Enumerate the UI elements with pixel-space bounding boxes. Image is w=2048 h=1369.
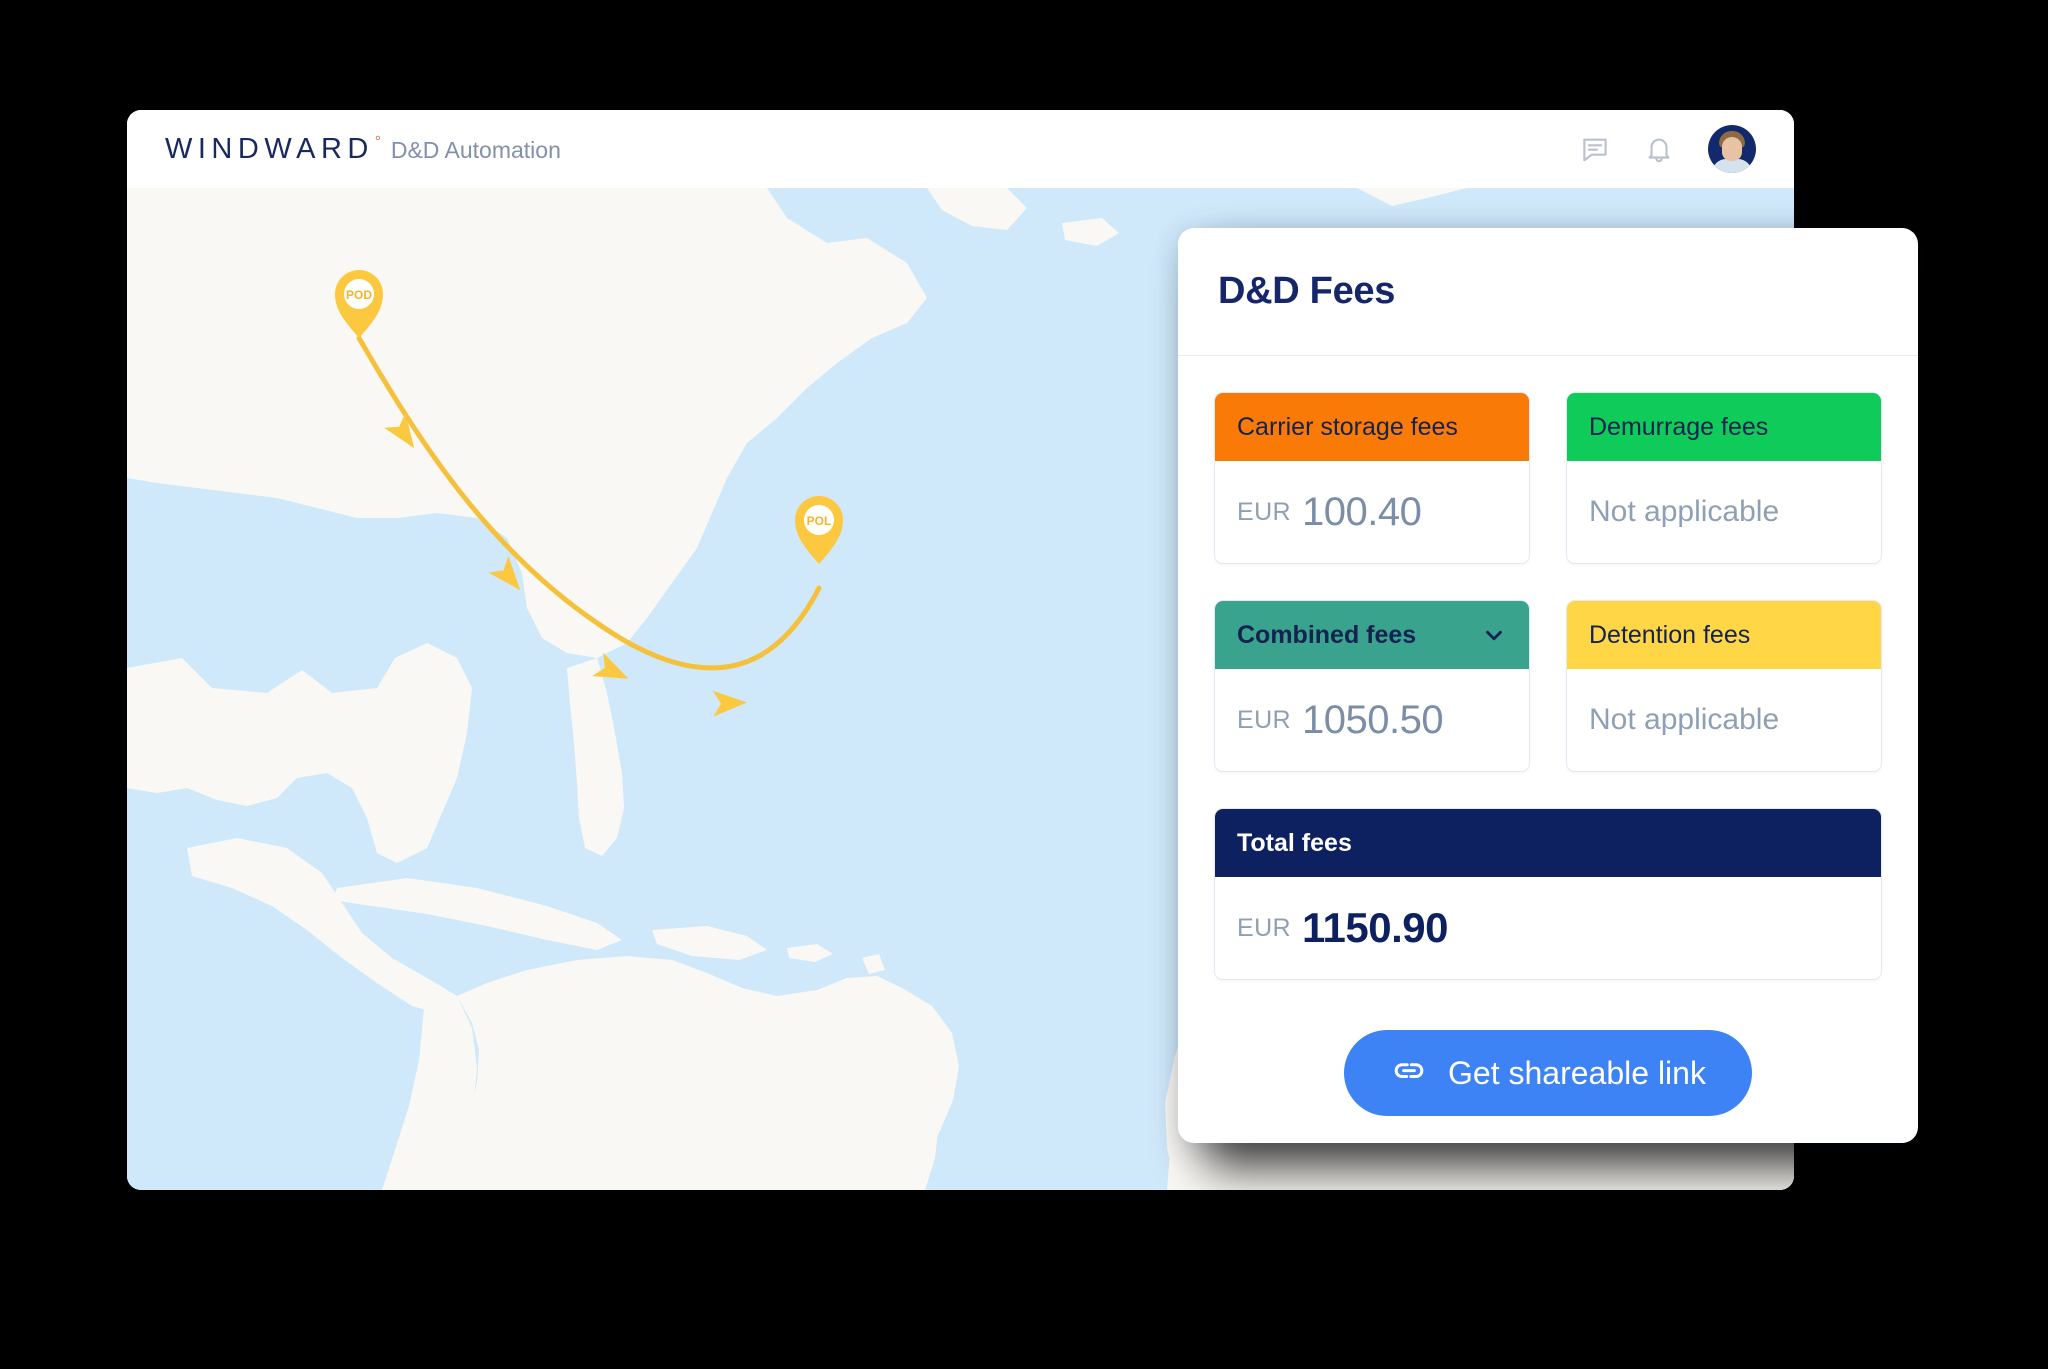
fee-card-demurrage: Demurrage fees Not applicable <box>1566 392 1882 564</box>
fee-card-value: Not applicable <box>1567 461 1881 563</box>
chevron-down-icon[interactable] <box>1481 622 1507 648</box>
fee-card-title: Carrier storage fees <box>1237 412 1458 441</box>
fee-card-header[interactable]: Combined fees <box>1215 601 1529 669</box>
fee-cards-grid: Carrier storage fees EUR 100.40 Demurrag… <box>1214 392 1882 772</box>
total-fees-value: EUR 1150.90 <box>1215 877 1881 979</box>
currency-code: EUR <box>1237 497 1291 526</box>
fee-card-detention: Detention fees Not applicable <box>1566 600 1882 772</box>
dd-fees-panel: D&D Fees Carrier storage fees EUR 100.40 <box>1178 228 1918 1143</box>
get-shareable-link-button[interactable]: Get shareable link <box>1344 1030 1752 1116</box>
share-row: Get shareable link <box>1214 1030 1882 1116</box>
fee-card-total: Total fees EUR 1150.90 <box>1214 808 1882 980</box>
fee-card-value: EUR 1050.50 <box>1215 669 1529 771</box>
panel-header: D&D Fees <box>1178 228 1918 356</box>
header-actions <box>1580 125 1756 173</box>
fee-card-value: Not applicable <box>1567 669 1881 771</box>
fee-card-title: Detention fees <box>1589 620 1751 649</box>
svg-text:POL: POL <box>807 514 832 528</box>
screenshot-stage: WINDWARD ° D&D Automation POD POL D&D Fe… <box>0 0 2048 1369</box>
total-fees-title: Total fees <box>1237 828 1352 857</box>
fee-card-header: Demurrage fees <box>1567 393 1881 461</box>
brand-degree-icon: ° <box>374 132 381 150</box>
share-button-label: Get shareable link <box>1448 1054 1706 1091</box>
brand-name: WINDWARD <box>165 132 374 165</box>
chat-bubble-icon[interactable] <box>1580 134 1610 164</box>
fee-amount: 1050.50 <box>1301 697 1444 742</box>
fee-amount: 100.40 <box>1301 489 1422 534</box>
brand-subtitle: D&D Automation <box>390 136 561 163</box>
currency-code: EUR <box>1237 705 1291 734</box>
link-icon <box>1390 1054 1428 1092</box>
user-avatar[interactable] <box>1708 125 1756 173</box>
panel-title: D&D Fees <box>1218 270 1396 312</box>
fee-card-carrier-storage: Carrier storage fees EUR 100.40 <box>1214 392 1530 564</box>
fee-not-applicable: Not applicable <box>1589 703 1780 736</box>
fee-card-header: Detention fees <box>1567 601 1881 669</box>
panel-body: Carrier storage fees EUR 100.40 Demurrag… <box>1178 356 1918 1116</box>
fee-card-title: Combined fees <box>1237 620 1417 649</box>
bell-icon[interactable] <box>1644 134 1674 164</box>
fee-not-applicable: Not applicable <box>1589 495 1780 528</box>
fee-card-value: EUR 100.40 <box>1215 461 1529 563</box>
brand-logo[interactable]: WINDWARD ° D&D Automation <box>165 133 561 166</box>
fee-card-header: Carrier storage fees <box>1215 393 1529 461</box>
svg-text:POD: POD <box>346 288 372 302</box>
total-fees-header: Total fees <box>1215 809 1881 877</box>
fee-card-title: Demurrage fees <box>1589 412 1769 441</box>
currency-code: EUR <box>1237 913 1291 942</box>
app-header: WINDWARD ° D&D Automation <box>127 110 1794 188</box>
total-amount: 1150.90 <box>1301 904 1449 951</box>
fee-card-combined[interactable]: Combined fees EUR 1050.50 <box>1214 600 1530 772</box>
